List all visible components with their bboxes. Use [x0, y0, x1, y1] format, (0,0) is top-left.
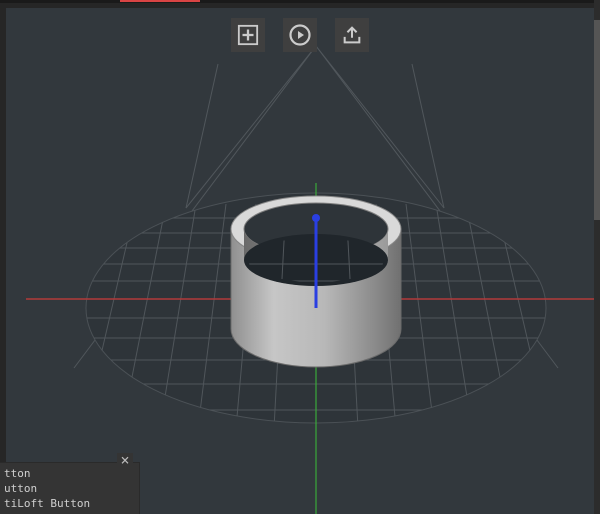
log-line: utton — [4, 481, 135, 496]
window-titlebar-edge — [0, 0, 594, 3]
play-button[interactable] — [283, 18, 317, 52]
upload-icon — [341, 24, 363, 46]
viewport-toolbar — [231, 18, 369, 52]
add-preset-button[interactable] — [231, 18, 265, 52]
log-panel: × tton utton tiLoft Button — [0, 462, 140, 514]
log-line: tton — [4, 466, 135, 481]
plus-icon — [237, 24, 259, 46]
viewport-3d[interactable] — [6, 8, 594, 514]
log-line: tiLoft Button — [4, 496, 135, 511]
play-circle-icon — [288, 23, 312, 47]
gizmo-handle-z[interactable] — [312, 214, 320, 222]
scene-canvas[interactable] — [6, 8, 594, 514]
log-close-button[interactable]: × — [117, 453, 133, 469]
vertical-scrollbar-thumb[interactable] — [594, 20, 600, 220]
vertical-scrollbar-track[interactable] — [594, 0, 600, 514]
export-button[interactable] — [335, 18, 369, 52]
